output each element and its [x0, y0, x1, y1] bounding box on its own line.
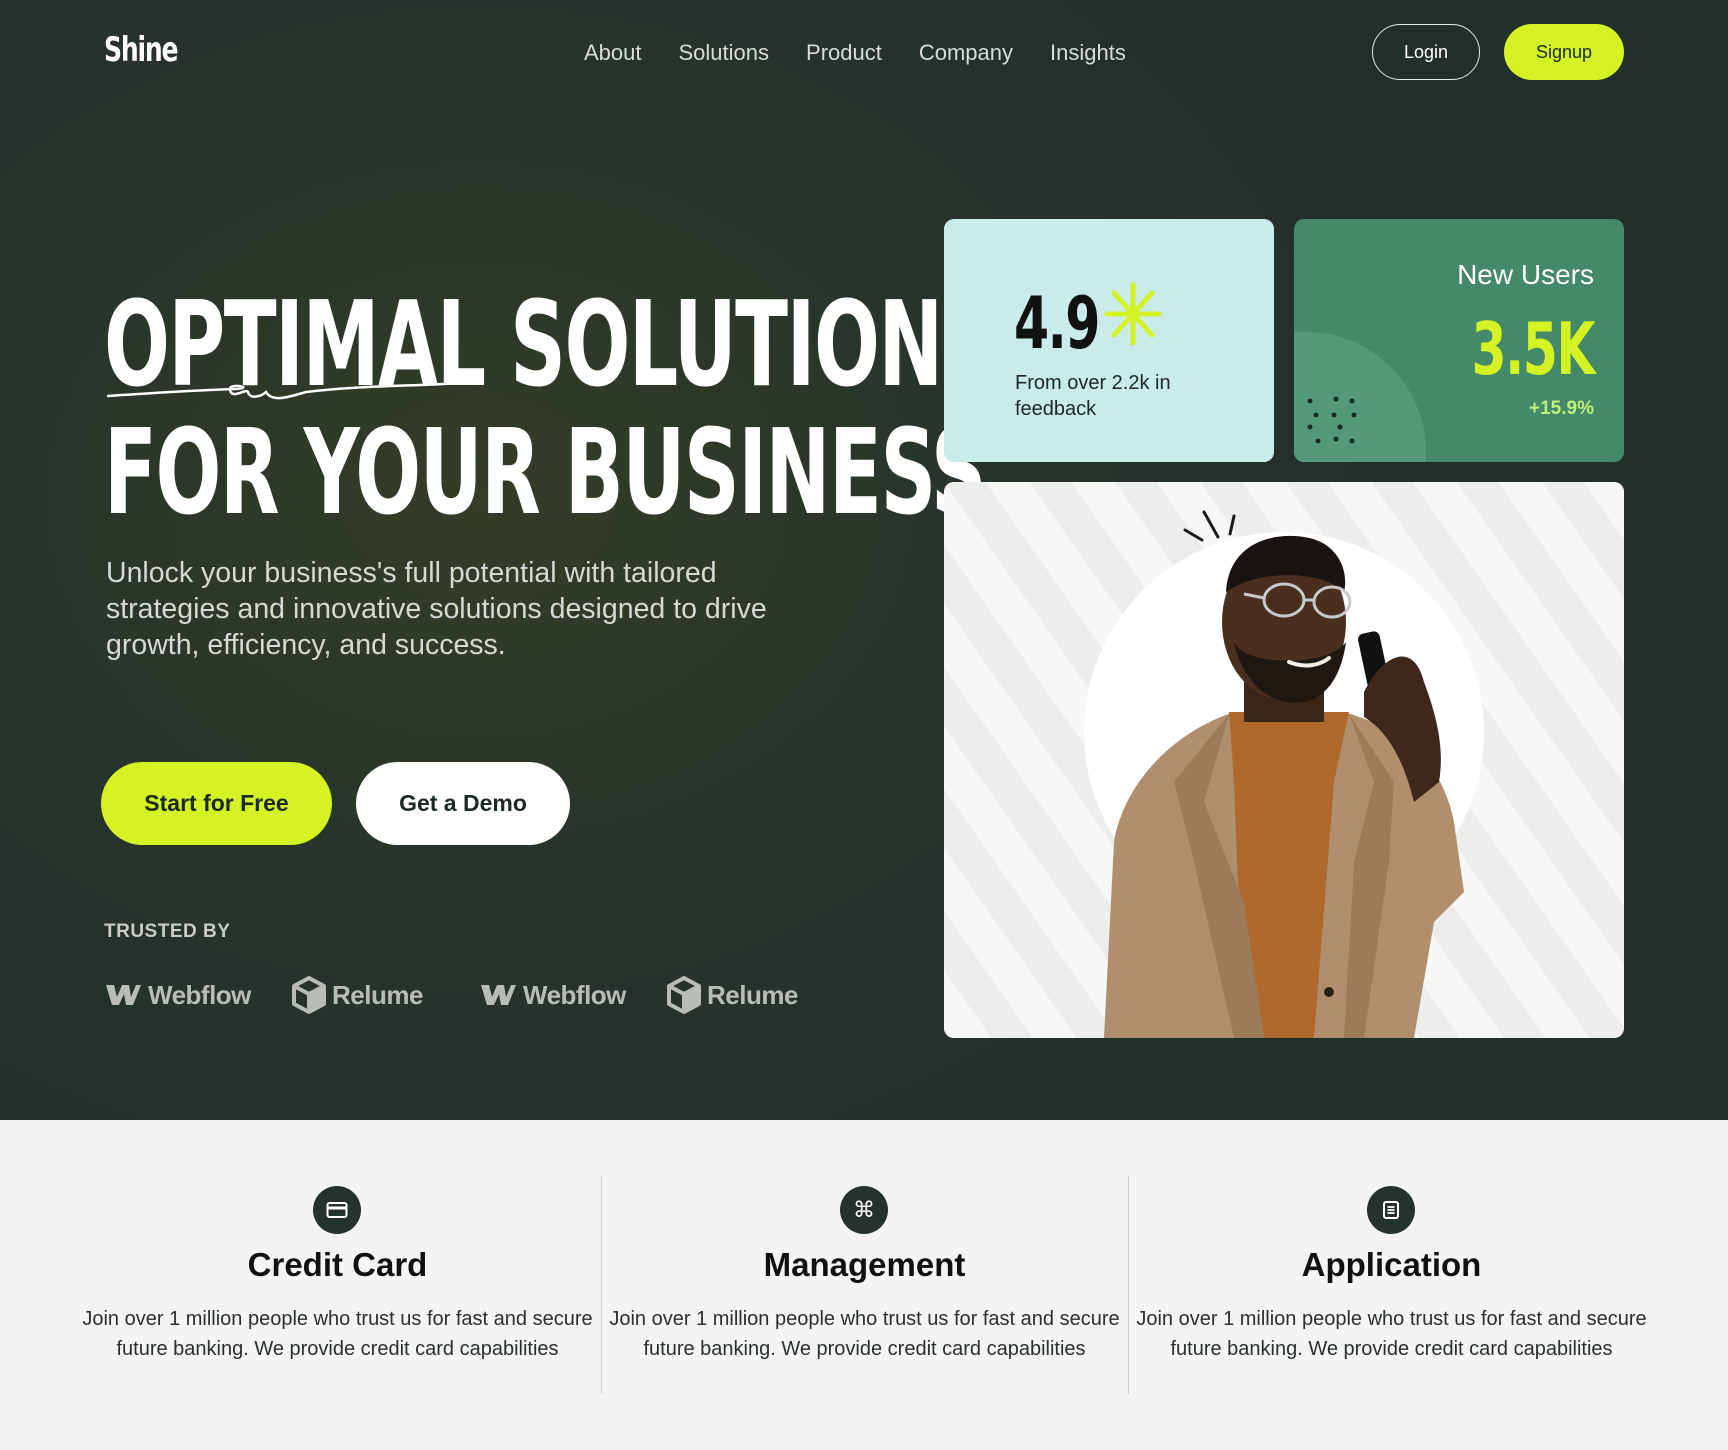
underline-squiggle-icon — [106, 382, 446, 400]
partner-logo-relume: Relume — [667, 975, 847, 1015]
hero-photo-card — [944, 482, 1624, 1038]
rating-value: 4.9 — [1014, 281, 1100, 365]
rating-caption: From over 2.2k in feedback — [1015, 372, 1171, 420]
partner-logo-text: Relume — [707, 979, 798, 1010]
feature-title: Credit Card — [247, 1246, 428, 1283]
new-users-card: New Users 3.5K +15.9% — [1294, 219, 1624, 462]
command-icon: ⌘ — [840, 1186, 888, 1234]
asterisk-star-icon — [1104, 282, 1162, 346]
nav-item-insights[interactable]: Insights — [1050, 40, 1126, 66]
partner-logo-text: Relume — [332, 979, 423, 1010]
dots-pattern-icon — [1307, 396, 1357, 444]
nav-item-product[interactable]: Product — [806, 40, 882, 66]
start-for-free-button[interactable]: Start for Free — [101, 762, 332, 845]
feature-title: Management — [763, 1246, 966, 1283]
partner-logo-webflow: Webflow — [104, 975, 292, 1015]
feature-title: Application — [1301, 1246, 1482, 1283]
trusted-logos: Webflow Relume Webflow Relume — [104, 975, 847, 1015]
partner-logo-relume: Relume — [292, 975, 479, 1015]
hero-section: Shine About Solutions Product Company In… — [0, 0, 1728, 1120]
businessman-photo — [944, 482, 1624, 1038]
feature-description: Join over 1 million people who trust us … — [1136, 1308, 1647, 1360]
new-users-delta: +15.9% — [1529, 398, 1594, 419]
feature-description: Join over 1 million people who trust us … — [609, 1308, 1120, 1360]
webflow-icon — [106, 985, 141, 1005]
rating-card: 4.9 From over 2.2k in feedback — [944, 219, 1274, 462]
brand-logo[interactable]: Shine — [104, 30, 178, 70]
partner-logo-text: Webflow — [148, 979, 251, 1010]
credit-card-icon — [313, 1186, 361, 1234]
get-a-demo-button[interactable]: Get a Demo — [356, 762, 570, 845]
trusted-by-label: TRUSTED BY — [104, 921, 231, 942]
partner-logo-webflow: Webflow — [479, 975, 667, 1015]
nav-item-about[interactable]: About — [584, 40, 642, 66]
nav-item-company[interactable]: Company — [919, 40, 1013, 66]
signup-button[interactable]: Signup — [1504, 24, 1624, 80]
headline-line-2: FOR YOUR BUSINESS — [104, 403, 987, 541]
relume-cube-icon — [292, 976, 326, 1014]
login-button[interactable]: Login — [1372, 24, 1480, 80]
features-section: Credit Card Join over 1 million people w… — [0, 1120, 1728, 1450]
main-nav: About Solutions Product Company Insights — [584, 40, 1126, 66]
new-users-title: New Users — [1457, 259, 1594, 290]
relume-cube-icon — [667, 976, 701, 1014]
nav-item-solutions[interactable]: Solutions — [679, 40, 770, 66]
feature-description: Join over 1 million people who trust us … — [82, 1308, 593, 1360]
document-icon — [1367, 1186, 1415, 1234]
hero-subtext: Unlock your business's full potential wi… — [106, 557, 767, 661]
webflow-icon — [481, 985, 516, 1005]
new-users-value: 3.5K — [1471, 307, 1596, 391]
partner-logo-text: Webflow — [523, 979, 626, 1010]
